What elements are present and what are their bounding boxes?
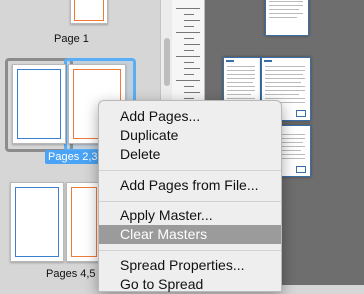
context-menu: Add Pages... Duplicate Delete Add Pages … <box>98 100 282 292</box>
menu-item-add-pages-from-file[interactable]: Add Pages from File... <box>99 176 281 195</box>
master-frame <box>74 0 104 21</box>
thumbnail-label-page-1: Page 1 <box>54 33 89 45</box>
menu-item-label: Spread Properties... <box>120 257 245 273</box>
menu-item-label: Add Pages... <box>120 108 201 124</box>
thumbnail-label-pages-2-3: Pages 2,3 <box>45 150 101 164</box>
menu-separator <box>99 170 281 171</box>
ruler-tick <box>184 50 194 51</box>
ruler-tick <box>176 32 200 33</box>
menu-item-label: Clear Masters <box>120 226 208 242</box>
ruler-tick <box>184 92 200 93</box>
ruler-tick <box>184 98 194 99</box>
page-thumbnail-4[interactable] <box>10 182 64 262</box>
ruler-tick <box>184 74 194 75</box>
menu-item-add-pages[interactable]: Add Pages... <box>99 107 281 126</box>
menu-item-label: Duplicate <box>120 127 179 143</box>
menu-separator <box>99 250 281 251</box>
ruler-tick <box>184 38 194 39</box>
ruler-tick <box>184 26 194 27</box>
ruler-tick <box>176 80 200 81</box>
menu-item-label: Go to Spread <box>120 276 204 292</box>
menu-item-delete[interactable]: Delete <box>99 145 281 164</box>
canvas-page[interactable] <box>265 0 309 36</box>
menu-item-label: Delete <box>120 146 161 162</box>
page-thumbnail-1[interactable] <box>70 0 108 24</box>
ruler-tick <box>184 14 194 15</box>
ruler-tick <box>184 86 194 87</box>
menu-separator <box>99 201 281 202</box>
ruler-tick <box>176 56 200 57</box>
thumbnail-label-pages-4-5: Pages 4,5 <box>46 268 96 280</box>
menu-item-apply-master[interactable]: Apply Master... <box>99 206 281 225</box>
page-thumbnail-5[interactable] <box>66 182 102 262</box>
menu-item-duplicate[interactable]: Duplicate <box>99 126 281 145</box>
ruler-tick <box>184 62 194 63</box>
ruler-tick <box>184 44 200 45</box>
ruler-tick <box>184 68 200 69</box>
menu-item-clear-masters[interactable]: Clear Masters <box>99 225 281 244</box>
page-thumbnail-2[interactable] <box>12 64 66 144</box>
menu-item-label: Apply Master... <box>120 207 213 223</box>
ruler-tick <box>176 8 200 9</box>
menu-item-label: Add Pages from File... <box>120 177 259 193</box>
ruler-tick <box>184 20 200 21</box>
menu-item-spread-properties[interactable]: Spread Properties... <box>99 256 281 275</box>
scrollbar-thumb[interactable] <box>164 38 170 86</box>
